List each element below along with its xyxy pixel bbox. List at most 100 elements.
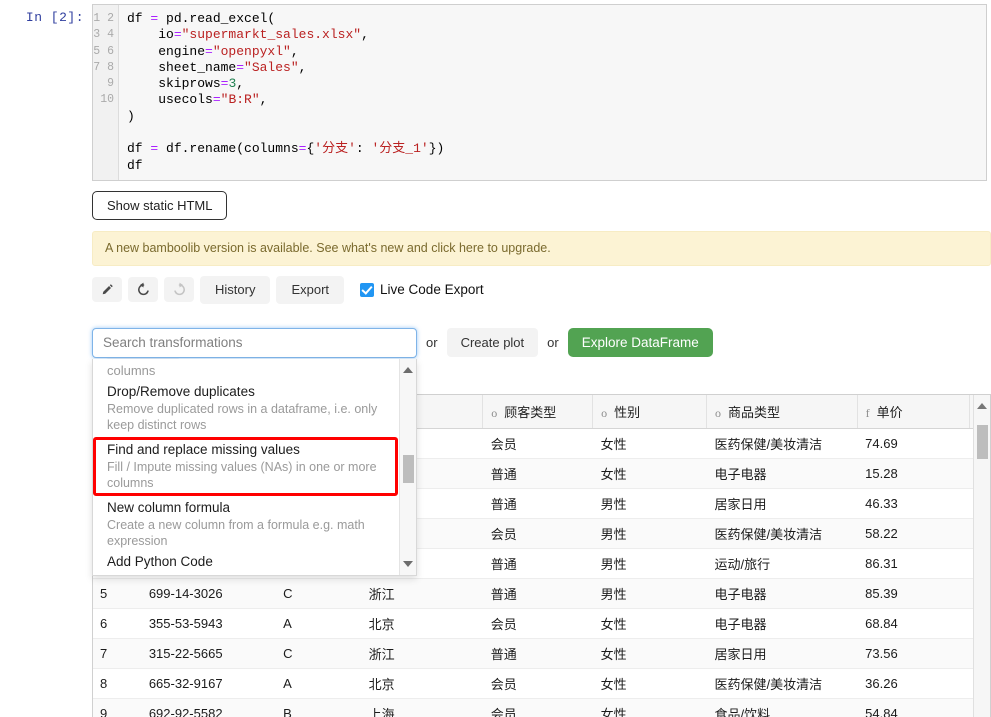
dropdown-item-title: Drop/Remove duplicates [107, 383, 255, 399]
or-separator-1: or [426, 335, 438, 351]
dropdown-scroll-thumb[interactable] [403, 454, 414, 483]
table-cell: 女性 [592, 428, 707, 459]
table-cell: 会员 [482, 698, 593, 717]
checkbox-checked-icon[interactable] [360, 282, 375, 297]
column-dtype-icon: o [491, 406, 498, 420]
table-cell: A [275, 608, 361, 639]
table-cell: 女性 [592, 698, 707, 717]
table-row[interactable]: 9 692-92-5582 B 上海 会员 女性 食品/饮料 54.84 [92, 698, 990, 717]
notebook-input-cell: In [2]: 1 2 3 4 5 6 7 8 9 10 df = pd.rea… [0, 0, 991, 181]
version-upgrade-alert[interactable]: A new bamboolib version is available. Se… [92, 230, 991, 266]
table-cell: 上海 [360, 698, 483, 717]
table-cell: 普通 [482, 578, 593, 609]
scroll-up-icon[interactable] [977, 403, 987, 409]
dropdown-item[interactable]: Find and replace missing values Fill / Im… [93, 436, 398, 496]
column-dtype-icon: o [715, 406, 722, 420]
table-row[interactable]: 5 699-14-3026 C 浙江 普通 男性 电子电器 85.39 [92, 578, 990, 609]
dropdown-item[interactable]: Add Python Code [93, 551, 416, 573]
dropdown-item-description: Create a new column from a formula e.g. … [107, 517, 365, 548]
table-cell: 食品/饮料 [706, 698, 858, 717]
table-cell: 会员 [482, 668, 593, 699]
dropdown-item-description: Fill / Impute missing values (NAs) in on… [107, 459, 377, 490]
table-cell: 浙江 [360, 638, 483, 669]
table-cell: B [275, 698, 361, 717]
table-cell: 男性 [592, 548, 707, 579]
dropdown-item[interactable]: New column formula Create a new column fr… [93, 497, 416, 551]
code-editor[interactable]: 1 2 3 4 5 6 7 8 9 10 df = pd.read_excel(… [92, 4, 987, 181]
table-cell: 46.33 [857, 488, 970, 519]
table-cell: C [275, 638, 361, 669]
column-header-label: 商品类型 [728, 405, 781, 420]
table-cell: 北京 [360, 608, 483, 639]
table-cell: 54.84 [857, 698, 970, 717]
dropdown-scrollbar[interactable] [399, 358, 416, 575]
table-cell: A [275, 668, 361, 699]
table-cell: 68.84 [857, 608, 970, 639]
pencil-icon[interactable] [92, 277, 122, 303]
table-cell: 5 [92, 578, 141, 609]
table-cell: 85.39 [857, 578, 970, 609]
table-cell: 女性 [592, 668, 707, 699]
table-cell: 6 [92, 608, 141, 639]
table-cell: 电子电器 [706, 458, 858, 489]
table-cell: 会员 [482, 428, 593, 459]
column-header[interactable]: o 性别 [592, 395, 708, 429]
table-cell: 普通 [482, 638, 593, 669]
column-header-label: 性别 [614, 405, 641, 420]
create-plot-button[interactable]: Create plot [446, 327, 539, 358]
cell-prompt-label: In [2]: [25, 10, 84, 25]
column-header[interactable]: o 顾客类型 [482, 395, 594, 429]
scroll-up-icon[interactable] [403, 366, 413, 373]
column-header[interactable]: f 单价 [857, 395, 970, 429]
table-cell: 315-22-5665 [140, 638, 276, 669]
table-cell: 居家日用 [706, 488, 858, 519]
search-transformations-input[interactable] [92, 327, 417, 358]
table-cell: 74.69 [857, 428, 970, 459]
table-cell: 医药保健/美妆清洁 [706, 518, 858, 549]
live-code-export-checkbox[interactable]: Live Code Export [360, 282, 484, 297]
table-row[interactable]: 8 665-32-9167 A 北京 会员 女性 医药保健/美妆清洁 36.26 [92, 668, 990, 699]
table-cell: 9 [92, 698, 141, 717]
table-cell: 73.56 [857, 638, 970, 669]
dropdown-partial-top-text: columns [107, 362, 156, 378]
table-cell: 医药保健/美妆清洁 [706, 428, 858, 459]
table-cell: 医药保健/美妆清洁 [706, 668, 858, 699]
show-static-html-button[interactable]: Show static HTML [92, 190, 228, 220]
scroll-down-icon[interactable] [403, 560, 413, 567]
dropdown-item[interactable]: Drop/Remove duplicates Remove duplicated … [93, 381, 416, 435]
table-cell: 15.28 [857, 458, 970, 489]
transformation-suggestions-dropdown[interactable]: columns Drop/Remove duplicates Remove dupl… [92, 358, 417, 576]
code-line-numbers: 1 2 3 4 5 6 7 8 9 10 [93, 5, 119, 180]
table-cell: 电子电器 [706, 608, 858, 639]
code-text[interactable]: df = pd.read_excel( io="supermarkt_sales… [119, 5, 986, 180]
undo-icon[interactable] [128, 277, 158, 303]
table-cell: 运动/旅行 [706, 548, 858, 579]
history-button[interactable]: History [200, 275, 271, 304]
redo-icon[interactable] [164, 277, 194, 303]
column-header-label: 单价 [876, 405, 903, 420]
table-cell: 355-53-5943 [140, 608, 276, 639]
table-cell: 普通 [482, 548, 593, 579]
explore-dataframe-button[interactable]: Explore DataFrame [567, 328, 713, 358]
grid-vertical-scrollbar[interactable] [973, 395, 990, 717]
export-button[interactable]: Export [276, 275, 345, 304]
table-cell: 女性 [592, 458, 707, 489]
table-cell: 会员 [482, 518, 593, 549]
transformation-search-row: or Create plot or Explore DataFrame colu… [92, 327, 991, 576]
table-cell: 北京 [360, 668, 483, 699]
dropdown-item-title: New column formula [107, 499, 231, 515]
dropdown-item-title: Find and replace missing values [107, 441, 300, 457]
bamboolib-panel: Show static HTML A new bamboolib version… [92, 190, 991, 576]
table-row[interactable]: 7 315-22-5665 C 浙江 普通 女性 居家日用 73.56 [92, 638, 990, 669]
table-cell: 浙江 [360, 578, 483, 609]
or-separator-2: or [547, 335, 559, 351]
grid-vscroll-thumb[interactable] [977, 425, 988, 459]
table-cell: 665-32-9167 [140, 668, 276, 699]
column-dtype-icon: f [865, 406, 870, 420]
table-row[interactable]: 6 355-53-5943 A 北京 会员 女性 电子电器 68.84 [92, 608, 990, 639]
column-dtype-icon: o [601, 406, 608, 420]
table-cell: 8 [92, 668, 141, 699]
column-header[interactable]: o 商品类型 [706, 395, 858, 429]
table-cell: 36.26 [857, 668, 970, 699]
table-cell: 普通 [482, 488, 593, 519]
